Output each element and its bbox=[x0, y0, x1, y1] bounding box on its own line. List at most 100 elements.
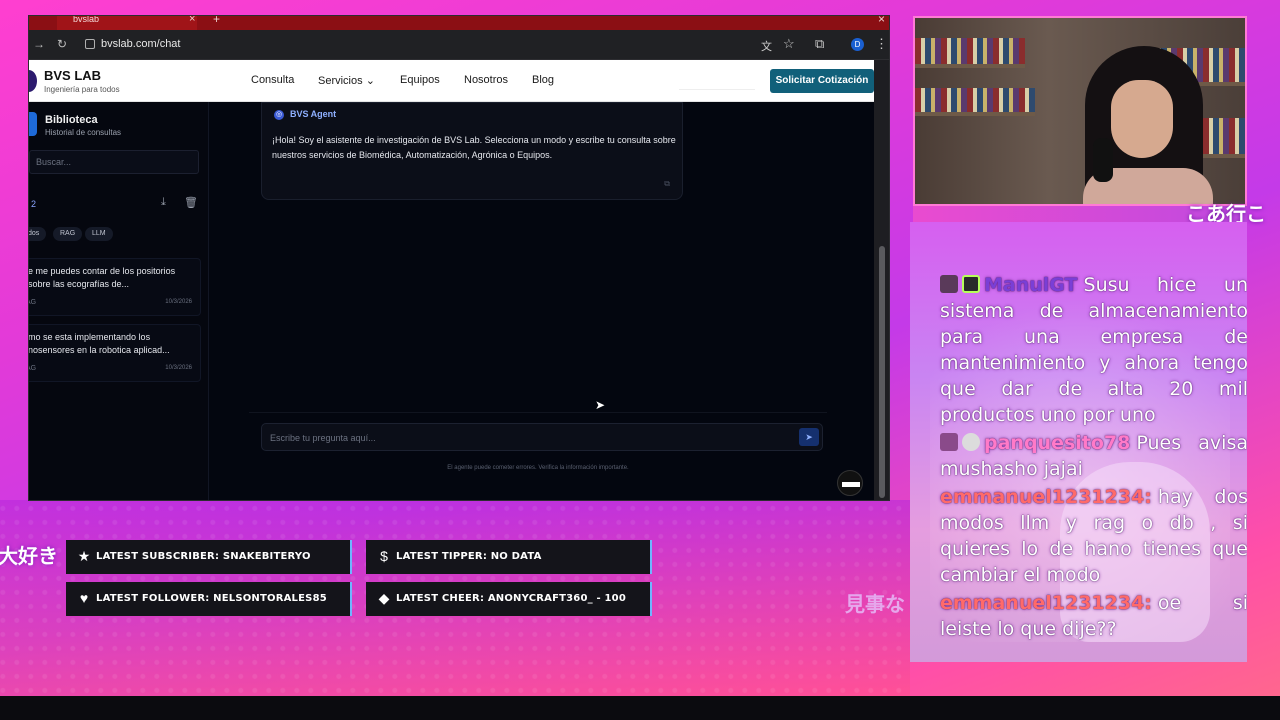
scrollbar-thumb[interactable] bbox=[879, 246, 885, 498]
history-item[interactable]: e me puedes contar de los positorios sob… bbox=[28, 258, 201, 316]
nav-blog[interactable]: Blog bbox=[532, 74, 554, 86]
header-search[interactable] bbox=[679, 74, 755, 90]
chevron-down-icon: ⌄ bbox=[365, 75, 375, 87]
filter-todos[interactable]: dos bbox=[29, 227, 47, 241]
user-badge-icon bbox=[962, 433, 980, 451]
brand-tagline: Ingeniería para todos bbox=[44, 85, 120, 94]
agent-icon: ◎ bbox=[274, 110, 284, 120]
brand-logo-icon[interactable] bbox=[29, 70, 37, 92]
translate-icon[interactable]: 文 bbox=[761, 38, 772, 54]
copy-icon[interactable]: ⧉ bbox=[664, 179, 670, 189]
request-quote-button[interactable]: Solicitar Cotización bbox=[770, 69, 874, 93]
history-item-tag: AG bbox=[29, 299, 37, 306]
diamond-icon: ◆ bbox=[378, 590, 390, 606]
history-item-date: 10/3/2026 bbox=[165, 299, 192, 305]
profile-avatar[interactable]: D bbox=[851, 38, 864, 51]
chat-input[interactable]: Escribe tu pregunta aquí... bbox=[261, 423, 823, 451]
download-icon[interactable]: ⤓ bbox=[161, 196, 166, 209]
chat-username: emmanuel1231234: bbox=[940, 486, 1152, 508]
filter-rag[interactable]: RAG bbox=[53, 227, 83, 241]
bottom-strip bbox=[0, 696, 1280, 720]
address-bar: → ↻ bvslab.com/chat 文 ☆ ⧉ D ⋮ bbox=[29, 30, 889, 60]
window-close-icon[interactable]: × bbox=[878, 16, 885, 26]
site-info-icon[interactable] bbox=[85, 39, 95, 49]
trash-icon[interactable]: 🗑 bbox=[184, 196, 198, 209]
library-search-input[interactable]: Buscar... bbox=[29, 150, 199, 174]
history-item-text: e me puedes contar de los positorios sob… bbox=[28, 266, 176, 289]
bookshelf bbox=[915, 88, 1035, 112]
tab-title: bvslab bbox=[73, 15, 100, 24]
library-subtitle: Historial de consultas bbox=[45, 128, 122, 137]
mouse-cursor-icon: ➤ bbox=[595, 398, 606, 412]
chat-panel: ◎ BVS Agent ¡Hola! Soy el asistente de i… bbox=[249, 102, 827, 500]
overlay-jp-right: 見事な bbox=[845, 592, 905, 616]
history-count: 2 bbox=[31, 199, 37, 209]
browser-menu-icon[interactable]: ⋮ bbox=[875, 36, 888, 52]
user-badge-icon bbox=[940, 275, 958, 293]
history-item-tag: AG bbox=[29, 365, 37, 372]
latest-subscriber-text: LATEST SUBSCRIBER: SNAKEBITERYO bbox=[96, 551, 311, 562]
latest-cheer-alert: ◆ LATEST CHEER: ANONYCRAFT360_ - 100 bbox=[366, 582, 652, 616]
site-header: BVS LAB Ingeniería para todos Consulta S… bbox=[29, 60, 874, 102]
star-icon: ★ bbox=[77, 548, 91, 564]
user-badge-icon bbox=[962, 275, 980, 293]
bookmark-star-icon[interactable]: ☆ bbox=[783, 36, 795, 52]
chat-app: Biblioteca Historial de consultas Buscar… bbox=[28, 102, 874, 500]
agent-name: BVS Agent bbox=[290, 109, 337, 119]
library-title: Biblioteca bbox=[45, 114, 98, 126]
user-badge-icon bbox=[940, 433, 958, 451]
history-item[interactable]: mo se esta implementando los nosensores … bbox=[28, 324, 201, 382]
disclaimer: El agente puede cometer errores. Verific… bbox=[447, 465, 629, 471]
send-button[interactable]: ➤ bbox=[799, 428, 819, 446]
fab-bar-icon bbox=[842, 482, 860, 487]
library-sidebar: Biblioteca Historial de consultas Buscar… bbox=[28, 102, 209, 500]
chat-message: ManulGT Susu hice un sistema de almacenam… bbox=[940, 272, 1247, 428]
floating-action-button[interactable] bbox=[837, 470, 863, 496]
streamer-face bbox=[1111, 80, 1173, 158]
microphone bbox=[1093, 138, 1113, 182]
agent-message-text: ¡Hola! Soy el asistente de investigación… bbox=[272, 135, 676, 160]
forward-icon[interactable]: → bbox=[33, 37, 45, 51]
reload-icon[interactable]: ↻ bbox=[57, 37, 67, 51]
nav-servicios-label: Servicios bbox=[318, 75, 363, 87]
chat-username: emmanuel1231234: bbox=[940, 592, 1152, 614]
webcam-feed bbox=[913, 16, 1247, 206]
page-scrollbar[interactable] bbox=[874, 60, 889, 500]
overlay-jp-left: 大好き bbox=[0, 544, 58, 568]
latest-tipper-text: LATEST TIPPER: NO DATA bbox=[396, 551, 542, 562]
latest-tipper-alert: $ LATEST TIPPER: NO DATA bbox=[366, 540, 652, 574]
history-item-date: 10/3/2026 bbox=[165, 365, 192, 371]
extensions-icon[interactable]: ⧉ bbox=[815, 36, 824, 52]
filter-llm[interactable]: LLM bbox=[85, 227, 113, 241]
bookshelf bbox=[915, 38, 1025, 64]
close-tab-icon[interactable]: × bbox=[189, 16, 195, 25]
chat-message: panquesito78 Pues avisa mushasho jajai bbox=[940, 430, 1247, 482]
library-icon bbox=[29, 112, 37, 136]
latest-follower-alert: ♥ LATEST FOLLOWER: NELSONTORALES85 bbox=[66, 582, 352, 616]
agent-message: ◎ BVS Agent ¡Hola! Soy el asistente de i… bbox=[261, 102, 683, 200]
latest-follower-text: LATEST FOLLOWER: NELSONTORALES85 bbox=[96, 593, 327, 604]
new-tab-icon[interactable]: + bbox=[213, 16, 220, 26]
stream-chat-panel: ManulGT Susu hice un sistema de almacenam… bbox=[910, 222, 1247, 662]
chat-username: panquesito78 bbox=[984, 432, 1131, 454]
shelf bbox=[915, 112, 1035, 116]
tab-bar: bvslab × + × bbox=[29, 16, 889, 30]
url-field[interactable]: bvslab.com/chat bbox=[101, 38, 180, 50]
chat-username: ManulGT bbox=[984, 274, 1078, 296]
latest-subscriber-alert: ★ LATEST SUBSCRIBER: SNAKEBITERYO bbox=[66, 540, 352, 574]
shelf bbox=[915, 64, 1025, 68]
brand-name[interactable]: BVS LAB bbox=[44, 68, 101, 83]
heart-icon: ♥ bbox=[79, 590, 89, 606]
latest-cheer-text: LATEST CHEER: ANONYCRAFT360_ - 100 bbox=[396, 593, 626, 604]
nav-equipos[interactable]: Equipos bbox=[400, 74, 440, 86]
dollar-icon: $ bbox=[380, 548, 388, 564]
history-item-text: mo se esta implementando los nosensores … bbox=[28, 332, 170, 355]
nav-servicios[interactable]: Servicios ⌄ bbox=[318, 74, 375, 87]
chat-input-area: Escribe tu pregunta aquí... ➤ El agente … bbox=[249, 412, 827, 500]
browser-window: bvslab × + × → ↻ bvslab.com/chat 文 ☆ ⧉ D… bbox=[28, 15, 890, 501]
chat-message: emmanuel1231234: hay dos modos llm y rag … bbox=[940, 484, 1247, 588]
nav-consulta[interactable]: Consulta bbox=[251, 74, 294, 86]
nav-nosotros[interactable]: Nosotros bbox=[464, 74, 508, 86]
chat-message: emmanuel1231234: oe si leiste lo que dije… bbox=[940, 590, 1247, 642]
chat-text: Susu hice un sistema de almacenamiento p… bbox=[940, 274, 1247, 426]
